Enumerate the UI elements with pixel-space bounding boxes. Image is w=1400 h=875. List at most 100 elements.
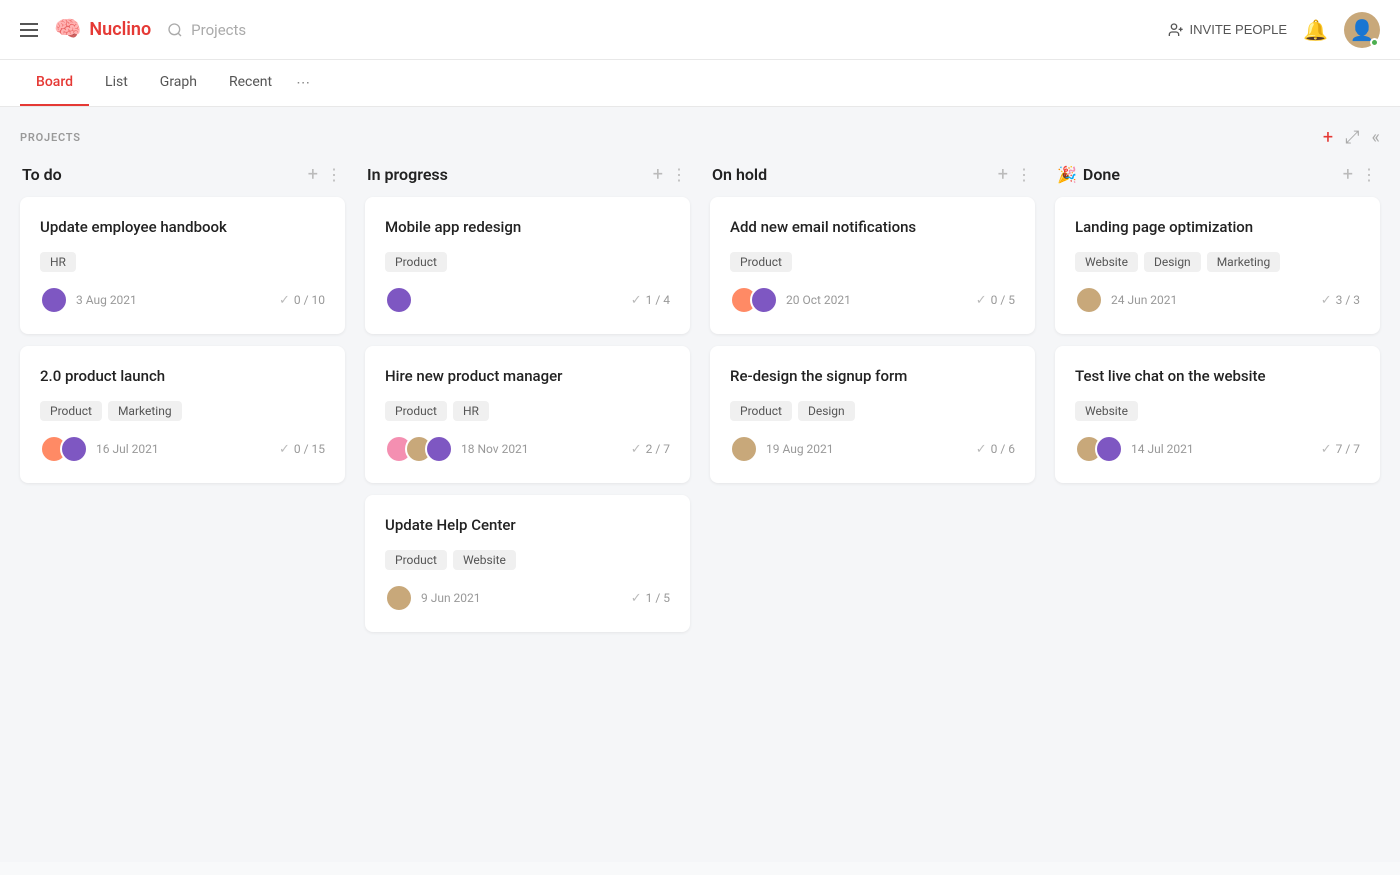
card-meta-left: 14 Jul 2021 — [1075, 435, 1194, 463]
tab-list[interactable]: List — [89, 60, 144, 106]
card-tags: Product — [385, 252, 670, 272]
card-date: 20 Oct 2021 — [786, 293, 851, 307]
column-more-icon[interactable]: ⋮ — [1016, 165, 1033, 184]
logo-text: Nuclino — [89, 19, 151, 40]
tag: Marketing — [1207, 252, 1281, 272]
column-actions: + ⋮ — [998, 164, 1033, 185]
add-project-icon[interactable]: + — [1323, 127, 1333, 148]
card-footer: ✓ 1 / 4 — [385, 286, 670, 314]
tag: HR — [40, 252, 76, 272]
tab-board[interactable]: Board — [20, 60, 89, 106]
card-footer: 14 Jul 2021 ✓ 7 / 7 — [1075, 435, 1360, 463]
card-tags: HR — [40, 252, 325, 272]
card-title: Re-design the signup form — [730, 366, 1015, 387]
card-checks: ✓ 1 / 4 — [631, 293, 670, 308]
column-more-icon[interactable]: ⋮ — [1361, 165, 1378, 184]
add-card-icon[interactable]: + — [653, 164, 663, 185]
tag: Product — [730, 252, 792, 272]
avatars-group — [1075, 435, 1123, 463]
avatars-group — [1075, 286, 1103, 314]
avatar-face: 👤 — [1350, 18, 1375, 42]
card-footer: 16 Jul 2021✓ 0 / 15 — [40, 435, 325, 463]
check-icon: ✓ — [976, 293, 987, 308]
tab-recent[interactable]: Recent — [213, 60, 288, 106]
check-icon: ✓ — [279, 442, 290, 457]
card-date: 18 Nov 2021 — [461, 442, 529, 456]
column-todo: To do + ⋮ Update employee handbookHR3 Au… — [20, 164, 345, 495]
card[interactable]: Re-design the signup formProductDesign19… — [710, 346, 1035, 483]
card-tags: Product HR — [385, 401, 670, 421]
projects-label: PROJECTS — [20, 131, 81, 144]
add-card-icon[interactable]: + — [1343, 164, 1353, 185]
card-footer: 19 Aug 2021✓ 0 / 6 — [730, 435, 1015, 463]
projects-actions: + ⤢ « — [1323, 127, 1380, 148]
search-area[interactable]: Projects — [167, 21, 246, 39]
column-actions: + ⋮ — [653, 164, 688, 185]
check-icon: ✓ — [631, 293, 642, 308]
card-meta-left: 18 Nov 2021 — [385, 435, 529, 463]
card-checks: ✓ 2 / 7 — [631, 442, 670, 457]
tag: Product — [385, 252, 447, 272]
card-footer: 3 Aug 2021 ✓ 0 / 10 — [40, 286, 325, 314]
add-card-icon[interactable]: + — [308, 164, 318, 185]
column-title: On hold — [712, 165, 767, 184]
check-icon: ✓ — [631, 442, 642, 457]
card-date: 3 Aug 2021 — [76, 293, 137, 307]
card-meta-left: 3 Aug 2021 — [40, 286, 137, 314]
check-icon: ✓ — [1321, 293, 1332, 308]
card-title: Test live chat on the website — [1075, 366, 1360, 387]
tab-more-icon[interactable]: ⋯ — [288, 61, 318, 105]
card[interactable]: Landing page optimizationWebsiteDesignMa… — [1055, 197, 1380, 334]
tag: Product — [40, 401, 102, 421]
tag: Design — [798, 401, 855, 421]
card-title: Hire new product manager — [385, 366, 670, 387]
avatars-group — [40, 286, 68, 314]
check-icon: ✓ — [1321, 442, 1332, 457]
user-avatar[interactable]: 👤 — [1344, 12, 1380, 48]
expand-icon[interactable]: ⤢ — [1345, 127, 1359, 148]
card-title: Landing page optimization — [1075, 217, 1360, 238]
invite-people-button[interactable]: INVITE PEOPLE — [1168, 22, 1288, 38]
tag: Product — [385, 401, 447, 421]
column-more-icon[interactable]: ⋮ — [326, 165, 343, 184]
notification-bell-icon[interactable]: 🔔 — [1303, 18, 1328, 42]
tag: Design — [1144, 252, 1201, 272]
tab-graph[interactable]: Graph — [144, 60, 213, 106]
card-meta-left: 24 Jun 2021 — [1075, 286, 1177, 314]
card[interactable]: Mobile app redesignProduct✓ 1 / 4 — [365, 197, 690, 334]
card[interactable]: Update employee handbookHR3 Aug 2021✓ 0 … — [20, 197, 345, 334]
check-icon: ✓ — [279, 293, 290, 308]
card[interactable]: Hire new product manager Product HR 18 Nov … — [365, 346, 690, 483]
collapse-icon[interactable]: « — [1372, 127, 1380, 148]
main-board: PROJECTS + ⤢ « To do + ⋮ Update employee… — [0, 107, 1400, 862]
card[interactable]: 2.0 product launchProductMarketing16 Jul… — [20, 346, 345, 483]
card-footer: 20 Oct 2021✓ 0 / 5 — [730, 286, 1015, 314]
card-checks: ✓ 0 / 10 — [279, 293, 325, 308]
card-footer: 9 Jun 2021✓ 1 / 5 — [385, 584, 670, 612]
column-title: To do — [22, 165, 62, 184]
avatar — [730, 435, 758, 463]
avatar — [425, 435, 453, 463]
hamburger-menu[interactable] — [20, 23, 38, 37]
avatar — [40, 286, 68, 314]
card-tags: WebsiteDesignMarketing — [1075, 252, 1360, 272]
add-card-icon[interactable]: + — [998, 164, 1008, 185]
card-date: 16 Jul 2021 — [96, 442, 159, 456]
card[interactable]: Add new email notificationsProduct20 Oct… — [710, 197, 1035, 334]
header: 🧠 Nuclino Projects INVITE PEOPLE 🔔 👤 — [0, 0, 1400, 60]
card[interactable]: Update Help CenterProductWebsite9 Jun 20… — [365, 495, 690, 632]
card-checks: ✓ 1 / 5 — [631, 591, 670, 606]
avatars-group — [385, 286, 413, 314]
card-checks: ✓ 7 / 7 — [1321, 442, 1360, 457]
card[interactable]: Test live chat on the websiteWebsite14 J… — [1055, 346, 1380, 483]
card-footer: 18 Nov 2021 ✓ 2 / 7 — [385, 435, 670, 463]
column-header: In progress + ⋮ — [365, 164, 690, 185]
avatar — [385, 286, 413, 314]
search-icon — [167, 22, 183, 38]
card-meta-left: 20 Oct 2021 — [730, 286, 851, 314]
avatars-group — [730, 435, 758, 463]
card-tags: ProductMarketing — [40, 401, 325, 421]
column-more-icon[interactable]: ⋮ — [671, 165, 688, 184]
check-icon: ✓ — [631, 591, 642, 606]
tag: HR — [453, 401, 489, 421]
